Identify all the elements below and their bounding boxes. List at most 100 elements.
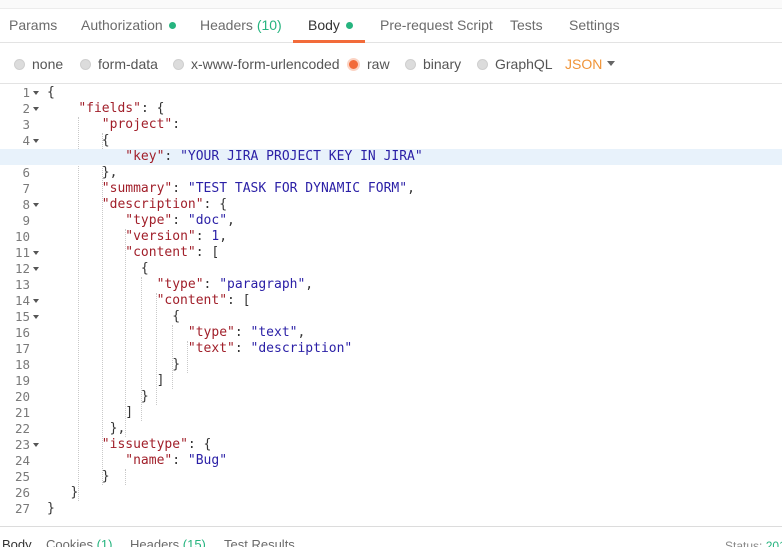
radio-circle-icon (405, 59, 416, 70)
code-text: { (47, 261, 149, 276)
status-dot-icon (345, 22, 353, 29)
code-text: "description": { (101, 197, 228, 212)
response-status: Status: 201 (725, 539, 782, 547)
radio-x-www-form-urlencoded[interactable]: x-www-form-urlencoded (173, 56, 340, 72)
code-line[interactable]: "type": "paragraph", (0, 277, 782, 293)
tab-params[interactable]: Params (9, 9, 57, 43)
code-line[interactable]: ] (0, 373, 782, 389)
code-text: } (47, 485, 79, 500)
code-text: ] (47, 373, 165, 388)
tab-label: Test Results (224, 537, 295, 547)
code-line[interactable]: } (0, 485, 782, 501)
code-text: "text": "description" (187, 341, 353, 356)
code-line[interactable]: "text": "description" (0, 341, 782, 357)
code-line[interactable]: "type": "text", (0, 325, 782, 341)
code-text: "issuetype": { (101, 437, 212, 452)
response-tab-test-results[interactable]: Test Results (224, 537, 295, 547)
code-text: }, (47, 165, 118, 180)
tab-body[interactable]: Body (308, 9, 353, 43)
code-line[interactable]: { (0, 309, 782, 325)
radio-binary[interactable]: binary (405, 56, 461, 72)
chevron-down-icon[interactable] (607, 61, 615, 66)
response-tab-headers[interactable]: Headers (15) (130, 537, 206, 547)
tab-count: (10) (256, 17, 282, 33)
code-text: { (47, 85, 55, 100)
tab-label: Authorization (81, 17, 163, 33)
radio-label: raw (367, 56, 390, 72)
code-line[interactable]: "description": { (0, 197, 782, 213)
code-line[interactable]: { (0, 85, 782, 101)
radio-graphql[interactable]: GraphQL (477, 56, 553, 72)
code-line[interactable]: "type": "doc", (0, 213, 782, 229)
tab-label: Cookies (46, 537, 93, 547)
code-line[interactable]: } (0, 357, 782, 373)
code-line[interactable]: "content": [ (0, 245, 782, 261)
code-text: "summary": "TEST TASK FOR DYNAMIC FORM", (101, 181, 415, 196)
request-tabs: Params Authorization Headers (10) Body P… (0, 9, 782, 43)
code-line[interactable]: } (0, 469, 782, 485)
code-line[interactable]: "issuetype": { (0, 437, 782, 453)
code-text: } (47, 501, 55, 516)
radio-label: binary (423, 56, 462, 72)
code-line[interactable]: ] (0, 405, 782, 421)
tab-label: Headers (130, 537, 180, 547)
code-text: "content": [ (156, 293, 251, 308)
code-line[interactable]: { (0, 261, 782, 277)
code-line[interactable]: { (0, 133, 782, 149)
radio-label: form-data (98, 56, 158, 72)
code-line[interactable]: }, (0, 165, 782, 181)
code-text: "version": 1, (125, 229, 228, 244)
code-line[interactable]: "project": (0, 117, 782, 133)
radio-circle-icon (173, 59, 184, 70)
radio-circle-icon (14, 59, 25, 70)
code-line[interactable]: "key": "YOUR JIRA PROJECT KEY IN JIRA" (0, 149, 782, 165)
tab-label: Settings (569, 17, 620, 33)
tab-pre-request-script[interactable]: Pre-request Script (380, 9, 493, 43)
code-line[interactable]: "fields": { (0, 101, 782, 117)
top-strip (0, 0, 782, 9)
code-text: } (47, 357, 181, 372)
radio-raw[interactable]: raw (347, 56, 390, 72)
radio-label: GraphQL (495, 56, 553, 72)
tab-settings[interactable]: Settings (569, 9, 620, 43)
radio-selected-icon (347, 58, 360, 71)
code-text: "type": "text", (187, 325, 306, 340)
tab-count: (1) (96, 537, 113, 547)
radio-form-data[interactable]: form-data (80, 56, 158, 72)
radio-circle-icon (80, 59, 91, 70)
code-text: } (47, 469, 110, 484)
tab-tests[interactable]: Tests (510, 9, 543, 43)
status-dot-icon (168, 22, 176, 29)
format-select[interactable]: JSON (565, 56, 602, 72)
code-line[interactable]: "name": "Bug" (0, 453, 782, 469)
code-line[interactable]: }, (0, 421, 782, 437)
code-text: "content": [ (125, 245, 220, 260)
code-line[interactable]: "version": 1, (0, 229, 782, 245)
radio-label: x-www-form-urlencoded (191, 56, 340, 72)
tab-label: Pre-request Script (380, 17, 493, 33)
response-tab-cookies[interactable]: Cookies (1) (46, 537, 112, 547)
tab-label: Tests (510, 17, 543, 33)
code-text: "fields": { (78, 101, 165, 116)
code-text: "name": "Bug" (125, 453, 228, 468)
tab-authorization[interactable]: Authorization (81, 9, 176, 43)
code-line[interactable]: } (0, 501, 782, 517)
tab-headers[interactable]: Headers (10) (200, 9, 282, 43)
code-text: "key": "YOUR JIRA PROJECT KEY IN JIRA" (125, 149, 423, 164)
code-line[interactable]: } (0, 389, 782, 405)
code-text: "type": "paragraph", (156, 277, 314, 292)
tab-label: Headers (200, 17, 253, 33)
tab-label: Body (2, 537, 32, 547)
radio-label: none (32, 56, 64, 72)
code-line[interactable]: "summary": "TEST TASK FOR DYNAMIC FORM", (0, 181, 782, 197)
code-text: } (47, 389, 149, 404)
radio-none[interactable]: none (14, 56, 63, 72)
tab-label: Body (308, 17, 340, 33)
code-text: { (47, 133, 110, 148)
code-line[interactable]: "content": [ (0, 293, 782, 309)
code-text: "type": "doc", (125, 213, 235, 228)
tab-count: (15) (182, 537, 206, 547)
code-editor[interactable]: 1234567891011121314151617181920212223242… (0, 84, 782, 524)
status-label: Status: (725, 539, 763, 547)
response-tab-body[interactable]: Body (2, 537, 32, 547)
